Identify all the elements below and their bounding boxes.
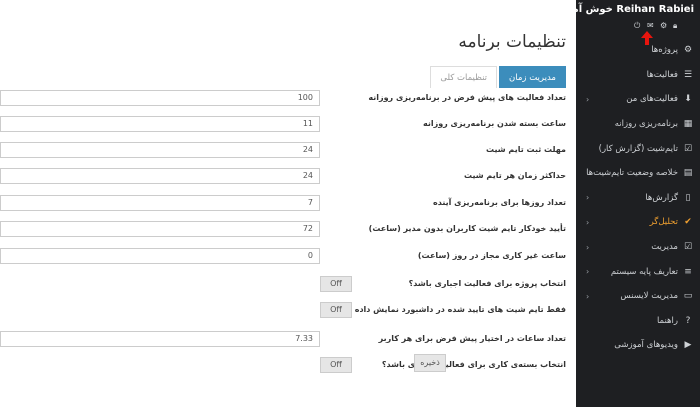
chevron-left-icon: ‹ (586, 267, 590, 277)
form-row: تعداد ساعات در اختیار پیش فرض برای هر کا… (0, 331, 566, 347)
sidebar-item[interactable]: ? راهنما (576, 309, 700, 334)
form-row: ساعت بسته شدن برنامه‌ریزی روزانه 11 (0, 116, 566, 132)
sidebar-item-label: تحلیل‌گر (649, 217, 678, 228)
tab[interactable]: مدیریت زمان (499, 66, 566, 88)
form-row: تعداد روزها برای برنامه‌ریزی آینده 7 (0, 195, 566, 211)
field-label: حداکثر زمان هر تایم شیت (464, 171, 566, 180)
list-ol-icon: ≡ (684, 266, 692, 277)
document-icon: ▯ (685, 192, 691, 203)
chevron-left-icon: ‹ (586, 291, 590, 301)
number-input[interactable]: 11 (0, 116, 320, 132)
toggle-switch[interactable]: Off (320, 276, 352, 292)
sidebar-item-label: تایم‌شیت (گزارش کار) (598, 143, 678, 154)
field-label: ساعت غیر کاری مجاز در روز (ساعت) (417, 251, 566, 260)
form-row: فقط تایم شیت های تایید شده در داشبورد نم… (0, 302, 566, 318)
sidebar-item-label: پروژه‌ها (651, 45, 678, 56)
sidebar-item-label: مدیریت (651, 242, 678, 253)
sidebar-nav: ⚙ پروژه‌ها ☰ فعالیت‌ها ⬇ فعالیت‌های من ‹ ▦ برنام… (576, 38, 700, 358)
sidebar-item-label: برنامه‌ریزی روزانه (614, 119, 678, 130)
sidebar-item-label: خلاصه وضعیت تایم‌شیت‌ها (586, 168, 678, 179)
form-row: حداکثر زمان هر تایم شیت 24 (0, 168, 566, 184)
table-icon: ▦ (683, 119, 693, 130)
sidebar-item[interactable]: ⚙ پروژه‌ها (576, 38, 700, 63)
grid-icon: ▤ (683, 168, 693, 179)
sidebar-item-label: راهنما (656, 315, 678, 326)
sidebar-item-label: فعالیت‌ها (646, 69, 678, 80)
sidebar-item[interactable]: ☰ فعالیت‌ها (576, 63, 700, 88)
check-square-icon: ☑ (683, 242, 693, 253)
video-icon: ▶ (684, 340, 692, 351)
user-welcome: Reihan Rabiei خوش آمدید (557, 4, 694, 15)
field-label: فقط تایم شیت های تایید شده در داشبورد نم… (331, 305, 566, 314)
chevron-left-icon: ‹ (586, 217, 590, 227)
form-row: تأیید خودکار تایم شیت کاربران بدون مدیر … (0, 221, 566, 237)
number-input[interactable]: 72 (0, 221, 320, 237)
number-input[interactable]: 24 (0, 142, 320, 158)
field-label: تعداد ساعات در اختیار پیش فرض برای هر کا… (378, 334, 566, 343)
toggle-switch[interactable]: Off (320, 302, 352, 318)
sidebar-item-label: تعاریف پایه سیستم (610, 266, 678, 277)
toggle-switch[interactable]: Off (320, 357, 352, 373)
tab-bar: مدیریت زمان تنظیمات کلی (430, 66, 566, 88)
sidebar-item-label: فعالیت‌های من (626, 94, 678, 105)
number-input[interactable]: 7.33 (0, 331, 320, 347)
form-row: انتخاب بسته‌ی کاری برای فعالیت اجباری با… (0, 357, 566, 373)
download-icon: ⬇ (684, 94, 692, 105)
form-row: ساعت غیر کاری مجاز در روز (ساعت) 0 (0, 248, 566, 264)
form-row: تعداد فعالیت های پیش فرض در برنامه‌ریزی … (0, 90, 566, 106)
sidebar-item[interactable]: ☑ مدیریت ‹ (576, 235, 700, 260)
number-input[interactable]: 0 (0, 248, 320, 264)
field-label: انتخاب بسته‌ی کاری برای فعالیت اجباری با… (381, 360, 566, 369)
user-icons: ⏻ ✉ ⚙ 🔒︎ (576, 21, 700, 33)
sidebar-item[interactable]: ▭ مدیریت لایسنس ‹ (576, 284, 700, 309)
check-icon: ✔ (684, 217, 692, 228)
save-button[interactable]: ذخیره (414, 354, 446, 372)
sidebar-item-label: مدیریت لایسنس (620, 291, 678, 302)
sidebar-item[interactable]: ▯ گزارش‌ها ‹ (576, 186, 700, 211)
sidebar: Reihan Rabiei خوش آمدید ⏻ ✉ ⚙ 🔒︎ ⚙ پروژه‌… (557, 0, 700, 407)
sidebar-item[interactable]: ⬇ فعالیت‌های من ‹ (576, 87, 700, 112)
checkbox-icon: ☑ (683, 143, 693, 154)
lock-icon[interactable]: 🔒︎ (673, 21, 677, 31)
user-panel: Reihan Rabiei خوش آمدید ⏻ ✉ ⚙ 🔒︎ (557, 0, 700, 45)
field-label: ساعت بسته شدن برنامه‌ریزی روزانه (422, 119, 566, 128)
id-card-icon: ▭ (683, 291, 693, 302)
sidebar-item-label: ویدیوهای آموزشی (614, 340, 678, 351)
sidebar-item[interactable]: ▦ برنامه‌ریزی روزانه (576, 112, 700, 137)
gear-icon[interactable]: ⚙ (660, 21, 667, 31)
form-row: مهلت ثبت تایم شیت 24 (0, 142, 566, 158)
field-label: مهلت ثبت تایم شیت (486, 145, 566, 154)
form-row: انتخاب پروژه برای فعالیت اجباری باشد؟ Off (0, 276, 566, 292)
sidebar-item[interactable]: ▶ ویدیوهای آموزشی (576, 333, 700, 358)
chevron-left-icon: ‹ (586, 242, 590, 252)
sidebar-item[interactable]: ✔ تحلیل‌گر ‹ (576, 210, 700, 235)
field-label: تعداد روزها برای برنامه‌ریزی آینده (433, 198, 566, 207)
page-title: تنظیمات برنامه (458, 32, 566, 52)
sidebar-item[interactable]: ▤ خلاصه وضعیت تایم‌شیت‌ها (576, 161, 700, 186)
sidebar-item-label: گزارش‌ها (645, 192, 678, 203)
field-label: انتخاب پروژه برای فعالیت اجباری باشد؟ (408, 279, 566, 288)
number-input[interactable]: 24 (0, 168, 320, 184)
field-label: تعداد فعالیت های پیش فرض در برنامه‌ریزی … (368, 93, 566, 102)
number-input[interactable]: 7 (0, 195, 320, 211)
help-icon: ? (685, 315, 691, 326)
settings-icon: ⚙ (683, 45, 693, 56)
tab[interactable]: تنظیمات کلی (430, 66, 498, 88)
list-icon: ☰ (683, 69, 693, 80)
sidebar-item[interactable]: ≡ تعاریف پایه سیستم ‹ (576, 259, 700, 284)
chevron-left-icon: ‹ (586, 193, 590, 203)
sidebar-item[interactable]: ☑ تایم‌شیت (گزارش کار) (576, 136, 700, 161)
main-content: تنظیمات برنامه مدیریت زمان تنظیمات کلی تع… (0, 0, 576, 407)
chevron-left-icon: ‹ (586, 94, 590, 104)
number-input[interactable]: 100 (0, 90, 320, 106)
field-label: تأیید خودکار تایم شیت کاربران بدون مدیر … (368, 224, 566, 233)
